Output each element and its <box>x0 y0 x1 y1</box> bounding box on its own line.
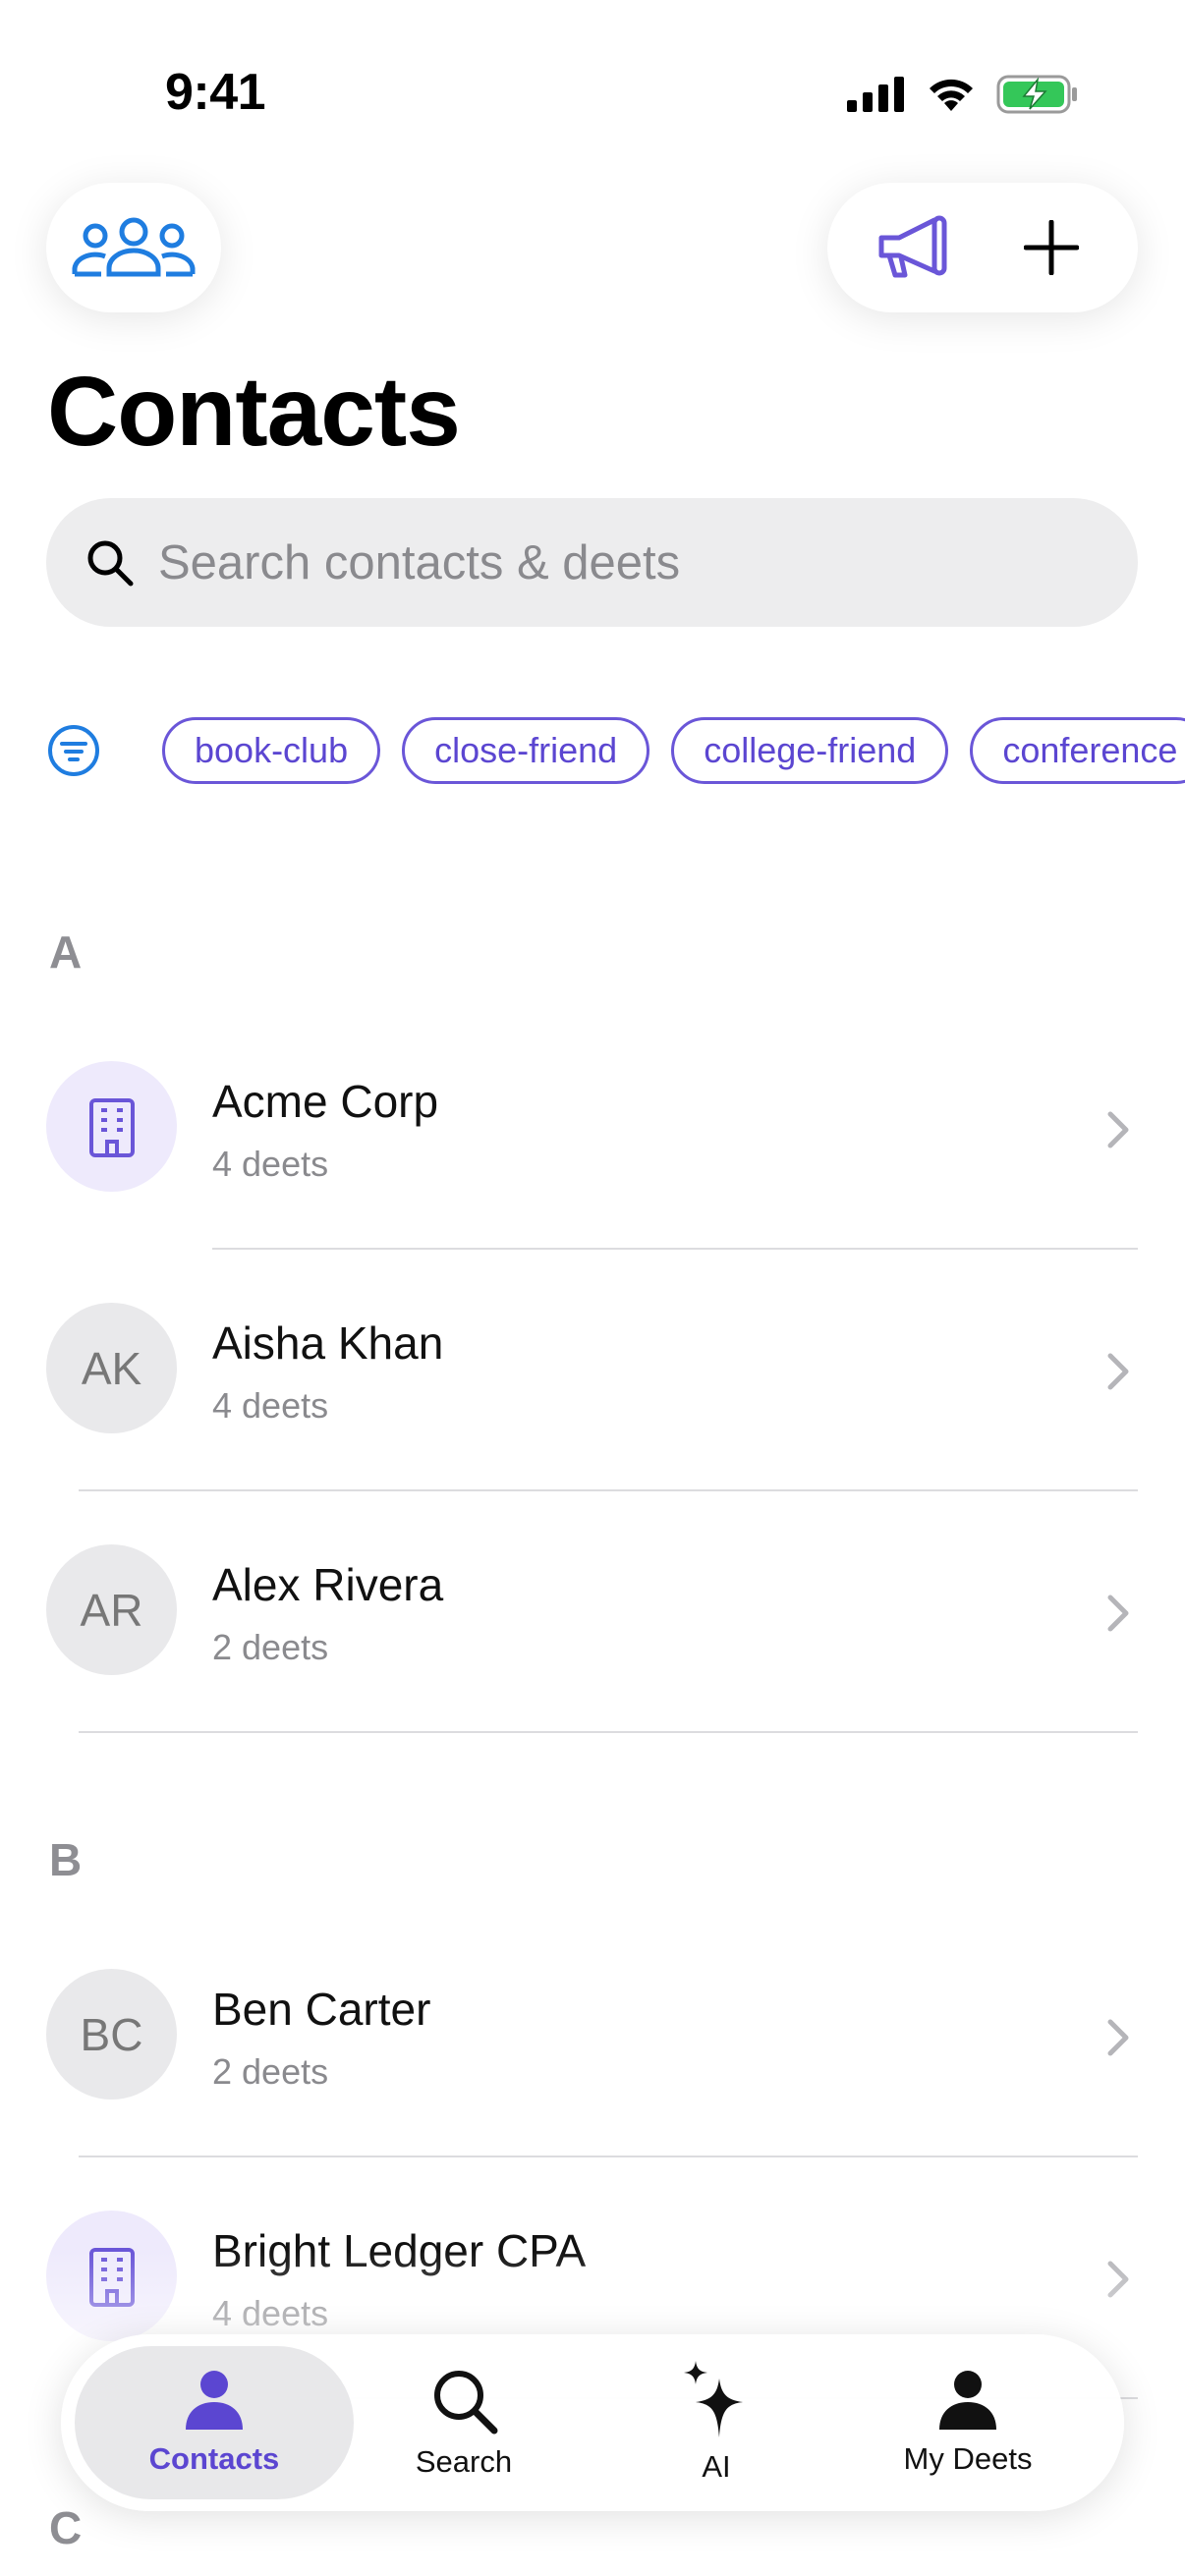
sparkles-icon <box>684 2361 743 2437</box>
contact-deets-count: 4 deets <box>212 1385 329 1426</box>
person-icon <box>939 2371 996 2430</box>
tab-label: Search <box>415 2444 513 2479</box>
wifi-icon <box>930 79 973 111</box>
status-icons <box>847 75 1079 114</box>
contact-name: Alex Rivera <box>212 1559 444 1610</box>
contact-deets-count: 4 deets <box>212 2293 329 2333</box>
tab-label: Contacts <box>148 2441 280 2476</box>
contact-name: Ben Carter <box>212 1984 431 2035</box>
tab-bar: Contacts Search AI My Deets <box>61 2334 1124 2511</box>
avatar <box>46 2211 177 2341</box>
divider <box>79 1731 1138 1733</box>
magnifier-icon <box>434 2371 498 2435</box>
page-title: Contacts <box>47 357 461 467</box>
filter-icon[interactable] <box>46 723 101 778</box>
tab-ai[interactable]: AI <box>577 2346 856 2499</box>
tab-search[interactable]: Search <box>324 2346 603 2499</box>
avatar: AK <box>46 1303 177 1433</box>
tab-my-deets[interactable]: My Deets <box>828 2346 1107 2499</box>
chevron-right-icon <box>1107 1111 1129 1148</box>
tab-label: My Deets <box>903 2441 1033 2476</box>
announcements-button[interactable] <box>855 189 973 307</box>
chevron-right-icon <box>1107 1595 1129 1632</box>
contact-row[interactable]: AK Aisha Khan 4 deets <box>0 1248 1185 1489</box>
avatar <box>46 1061 177 1192</box>
tag-chip[interactable]: college-friend <box>671 717 949 784</box>
megaphone-icon <box>878 215 947 278</box>
contact-name: Acme Corp <box>212 1076 439 1127</box>
section-header: B <box>49 1834 83 1885</box>
tag-chip[interactable]: book-club <box>162 717 381 784</box>
section-header: A <box>49 926 83 978</box>
chevron-right-icon <box>1107 2261 1129 2298</box>
building-icon <box>88 2247 135 2307</box>
cellular-signal-icon <box>847 77 904 112</box>
contact-row[interactable]: AR Alex Rivera 2 deets <box>0 1489 1185 1731</box>
tag-chip[interactable]: conference <box>970 717 1185 784</box>
avatar: AR <box>46 1544 177 1675</box>
person-fill-icon <box>186 2371 243 2430</box>
groups-icon <box>72 217 196 277</box>
tab-label: AI <box>702 2449 731 2484</box>
battery-charging-icon <box>996 75 1077 114</box>
contact-deets-count: 2 deets <box>212 2051 329 2092</box>
contact-name: Bright Ledger CPA <box>212 2225 587 2276</box>
contact-deets-count: 4 deets <box>212 1144 329 1184</box>
search-bar[interactable] <box>46 498 1138 627</box>
header-actions <box>827 183 1138 312</box>
contact-name: Aisha Khan <box>212 1317 444 1369</box>
contact-deets-count: 2 deets <box>212 1627 329 1667</box>
search-icon <box>87 540 134 586</box>
add-contact-button[interactable] <box>992 189 1110 307</box>
chevron-right-icon <box>1107 2019 1129 2056</box>
contact-row[interactable]: BC Ben Carter 2 deets <box>0 1914 1185 2156</box>
tag-filter-row[interactable]: book-club close-friend college-friend co… <box>46 715 1185 786</box>
section-header: C <box>49 2502 83 2553</box>
contact-row[interactable]: Acme Corp 4 deets <box>0 1006 1185 1248</box>
building-icon <box>88 1097 135 1157</box>
avatar: BC <box>46 1969 177 2100</box>
search-input[interactable] <box>158 534 1043 590</box>
status-time: 9:41 <box>165 64 266 121</box>
tab-contacts[interactable]: Contacts <box>75 2346 354 2499</box>
groups-button[interactable] <box>46 183 221 312</box>
tag-chip[interactable]: close-friend <box>402 717 650 784</box>
chevron-right-icon <box>1107 1353 1129 1390</box>
plus-icon <box>1024 220 1079 275</box>
